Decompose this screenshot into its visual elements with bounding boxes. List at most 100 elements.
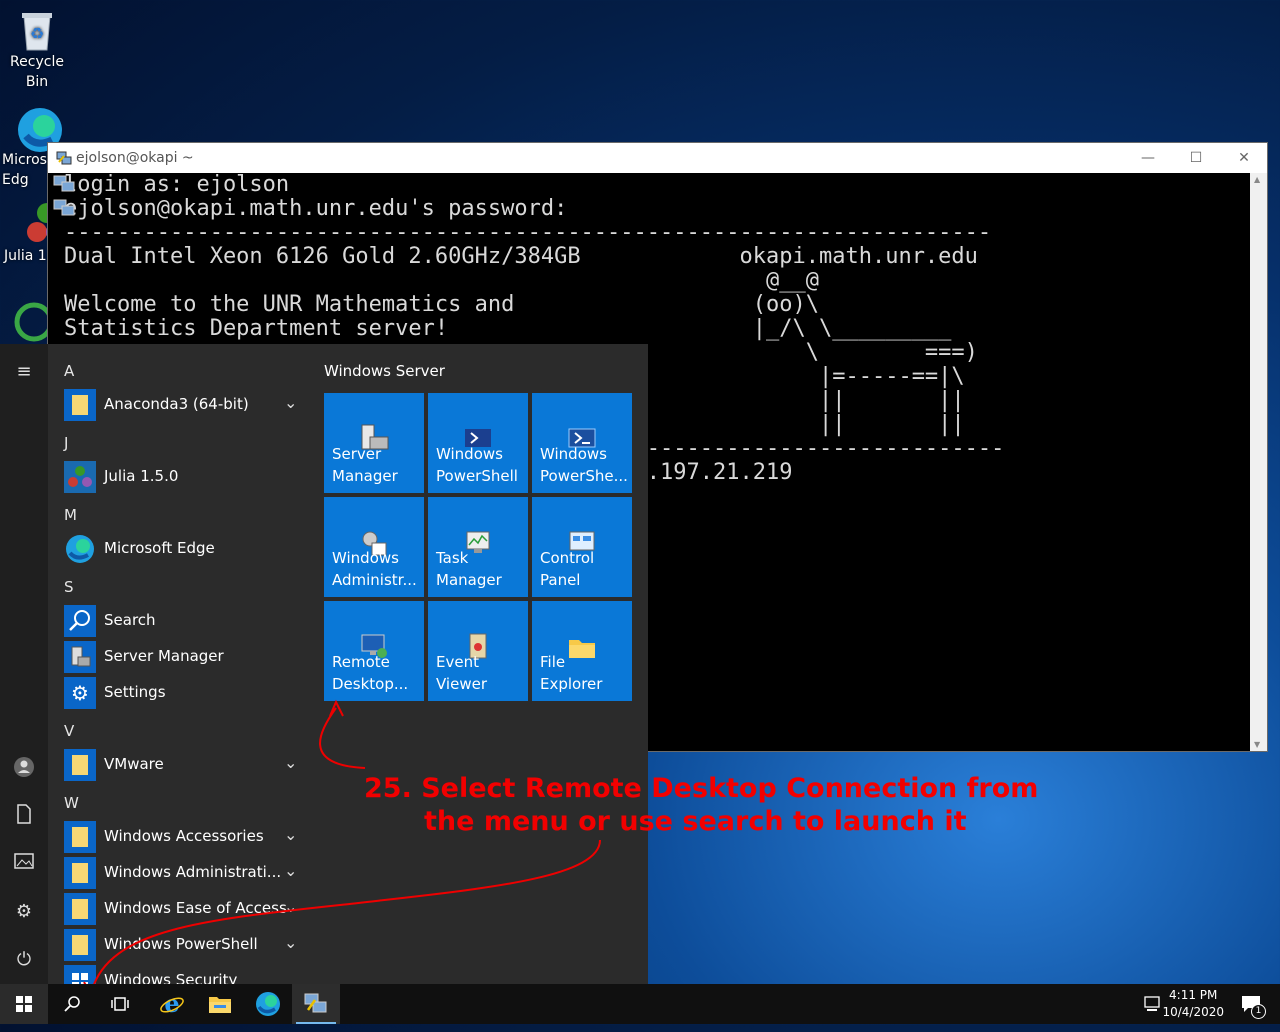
app-windows-accessories[interactable]: Windows Accessories ⌄ — [64, 820, 304, 854]
network-icon[interactable] — [1144, 995, 1162, 1017]
start-rail: ≡ ⚙ ⏻ — [0, 344, 48, 984]
app-julia[interactable]: Julia 1.5.0 — [64, 460, 304, 494]
folder-icon — [64, 857, 96, 889]
folder-icon — [64, 893, 96, 925]
letter-header-v[interactable]: V — [64, 722, 74, 740]
notification-badge: 1 — [1251, 1004, 1266, 1019]
documents-icon[interactable] — [12, 804, 36, 828]
chevron-down-icon: ⌄ — [284, 753, 298, 772]
internet-explorer-icon: e — [160, 989, 184, 1018]
search-button[interactable] — [48, 984, 96, 1024]
julia-icon — [64, 461, 96, 493]
tile-group-title[interactable]: Windows Server — [324, 362, 445, 380]
app-label: Windows Accessories — [104, 827, 264, 845]
svg-text:e: e — [164, 991, 179, 1017]
chevron-down-icon: ⌄ — [284, 393, 298, 412]
taskbar-internet-explorer[interactable]: e — [148, 984, 196, 1024]
app-label: Windows Security — [104, 971, 238, 984]
tile-control-panel[interactable]: Control Panel — [532, 497, 632, 597]
minimize-button[interactable]: — — [1125, 147, 1171, 169]
tile-file-explorer[interactable]: File Explorer — [532, 601, 632, 701]
chevron-down-icon: ⌄ — [284, 861, 298, 880]
folder-icon — [209, 997, 231, 1013]
tile-label: Control Panel — [540, 549, 595, 589]
app-label: Search — [104, 611, 156, 629]
tile-task-manager[interactable]: Task Manager — [428, 497, 528, 597]
chevron-down-icon: ⌄ — [284, 897, 298, 916]
scroll-down-icon[interactable]: ▼ — [1254, 740, 1260, 749]
recycle-bin-icon: ♻ — [16, 8, 58, 51]
app-label: Windows Administrati... — [104, 863, 282, 881]
app-label: Windows PowerShell — [104, 935, 258, 953]
app-label: Anaconda3 (64-bit) — [104, 395, 249, 413]
action-center-button[interactable]: 1 — [1240, 993, 1266, 1019]
app-vmware[interactable]: VMware ⌄ — [64, 748, 304, 782]
desktop-app-icon[interactable] — [12, 298, 54, 342]
tile-windows-administrative-tools[interactable]: Windows Administr... — [324, 497, 424, 597]
tile-label: Task Manager — [436, 549, 502, 589]
settings-gear-icon[interactable]: ⚙ — [12, 900, 36, 924]
putty-icon — [304, 993, 327, 1013]
scroll-up-icon[interactable]: ▲ — [1254, 175, 1260, 184]
hamburger-menu-icon[interactable]: ≡ — [12, 360, 36, 384]
tile-windows-powershell[interactable]: Windows PowerShell — [428, 393, 528, 493]
tile-label: File Explorer — [540, 653, 603, 693]
taskbar-file-explorer[interactable] — [196, 984, 244, 1024]
chevron-down-icon: ⌄ — [284, 825, 298, 844]
app-windows-security[interactable]: Windows Security — [64, 964, 304, 984]
tile-server-manager[interactable]: Server Manager — [324, 393, 424, 493]
task-view-button[interactable] — [96, 984, 144, 1024]
letter-header-s[interactable]: S — [64, 578, 74, 596]
tile-remote-desktop-connection[interactable]: Remote Desktop... — [324, 601, 424, 701]
terminal-scrollbar[interactable]: ▲ ▼ — [1250, 173, 1267, 751]
clock-date: 10/4/2020 — [1162, 1005, 1224, 1019]
tile-event-viewer[interactable]: Event Viewer — [428, 601, 528, 701]
app-anaconda[interactable]: Anaconda3 (64-bit) ⌄ — [64, 388, 304, 422]
annotation-line-2: the menu or use search to launch it — [424, 806, 967, 837]
tile-windows-powershell-ise[interactable]: Windows PowerShe... — [532, 393, 632, 493]
folder-icon — [64, 749, 96, 781]
chevron-down-icon: ⌄ — [284, 933, 298, 952]
app-server-manager[interactable]: Server Manager — [64, 640, 304, 674]
app-label: Server Manager — [104, 647, 224, 665]
start-menu: ≡ ⚙ ⏻ A Anaconda3 (64-bit) ⌄ J Julia 1.5… — [0, 344, 648, 984]
tile-label: Windows PowerShell — [436, 445, 518, 485]
tile-label: Remote Desktop... — [332, 653, 409, 693]
search-icon — [64, 996, 80, 1012]
putty-icon — [56, 151, 72, 165]
letter-header-m[interactable]: M — [64, 506, 77, 524]
letter-header-a[interactable]: A — [64, 362, 74, 380]
app-windows-ease-of-access[interactable]: Windows Ease of Access ⌄ — [64, 892, 304, 926]
edge-icon — [64, 533, 96, 565]
app-windows-administrative[interactable]: Windows Administrati... ⌄ — [64, 856, 304, 890]
search-icon — [64, 605, 96, 637]
windows-logo-icon — [16, 996, 32, 1012]
user-account-icon[interactable] — [12, 756, 36, 780]
tile-label: Server Manager — [332, 445, 398, 485]
svg-text:♻: ♻ — [30, 24, 44, 43]
app-label: VMware — [104, 755, 164, 773]
app-settings[interactable]: ⚙ Settings — [64, 676, 304, 710]
window-title: ejolson@okapi ~ — [76, 150, 194, 166]
taskbar-putty[interactable] — [292, 984, 340, 1024]
taskbar-edge[interactable] — [244, 984, 292, 1024]
putty-titlebar[interactable]: ejolson@okapi ~ — ☐ ✕ — [48, 143, 1267, 173]
maximize-button[interactable]: ☐ — [1173, 147, 1219, 169]
putty-session-icon — [53, 175, 75, 216]
app-windows-powershell[interactable]: Windows PowerShell ⌄ — [64, 928, 304, 962]
tile-label: Windows Administr... — [332, 549, 417, 589]
pictures-icon[interactable] — [12, 852, 36, 876]
start-button[interactable] — [0, 984, 48, 1024]
app-search[interactable]: Search — [64, 604, 304, 638]
app-microsoft-edge[interactable]: Microsoft Edge — [64, 532, 304, 566]
system-clock[interactable]: 4:11 PM 10/4/2020 — [1162, 987, 1224, 1021]
power-icon[interactable]: ⏻ — [12, 948, 36, 972]
letter-header-w[interactable]: W — [64, 794, 79, 812]
letter-header-j[interactable]: J — [64, 434, 68, 452]
server-manager-icon — [64, 641, 96, 673]
close-button[interactable]: ✕ — [1221, 147, 1267, 169]
desktop-recycle-bin[interactable]: ♻ Recycle Bin — [4, 8, 70, 92]
tile-label: Event Viewer — [436, 653, 487, 693]
desktop-icon-label: Recycle Bin — [10, 54, 64, 90]
app-label: Settings — [104, 683, 166, 701]
